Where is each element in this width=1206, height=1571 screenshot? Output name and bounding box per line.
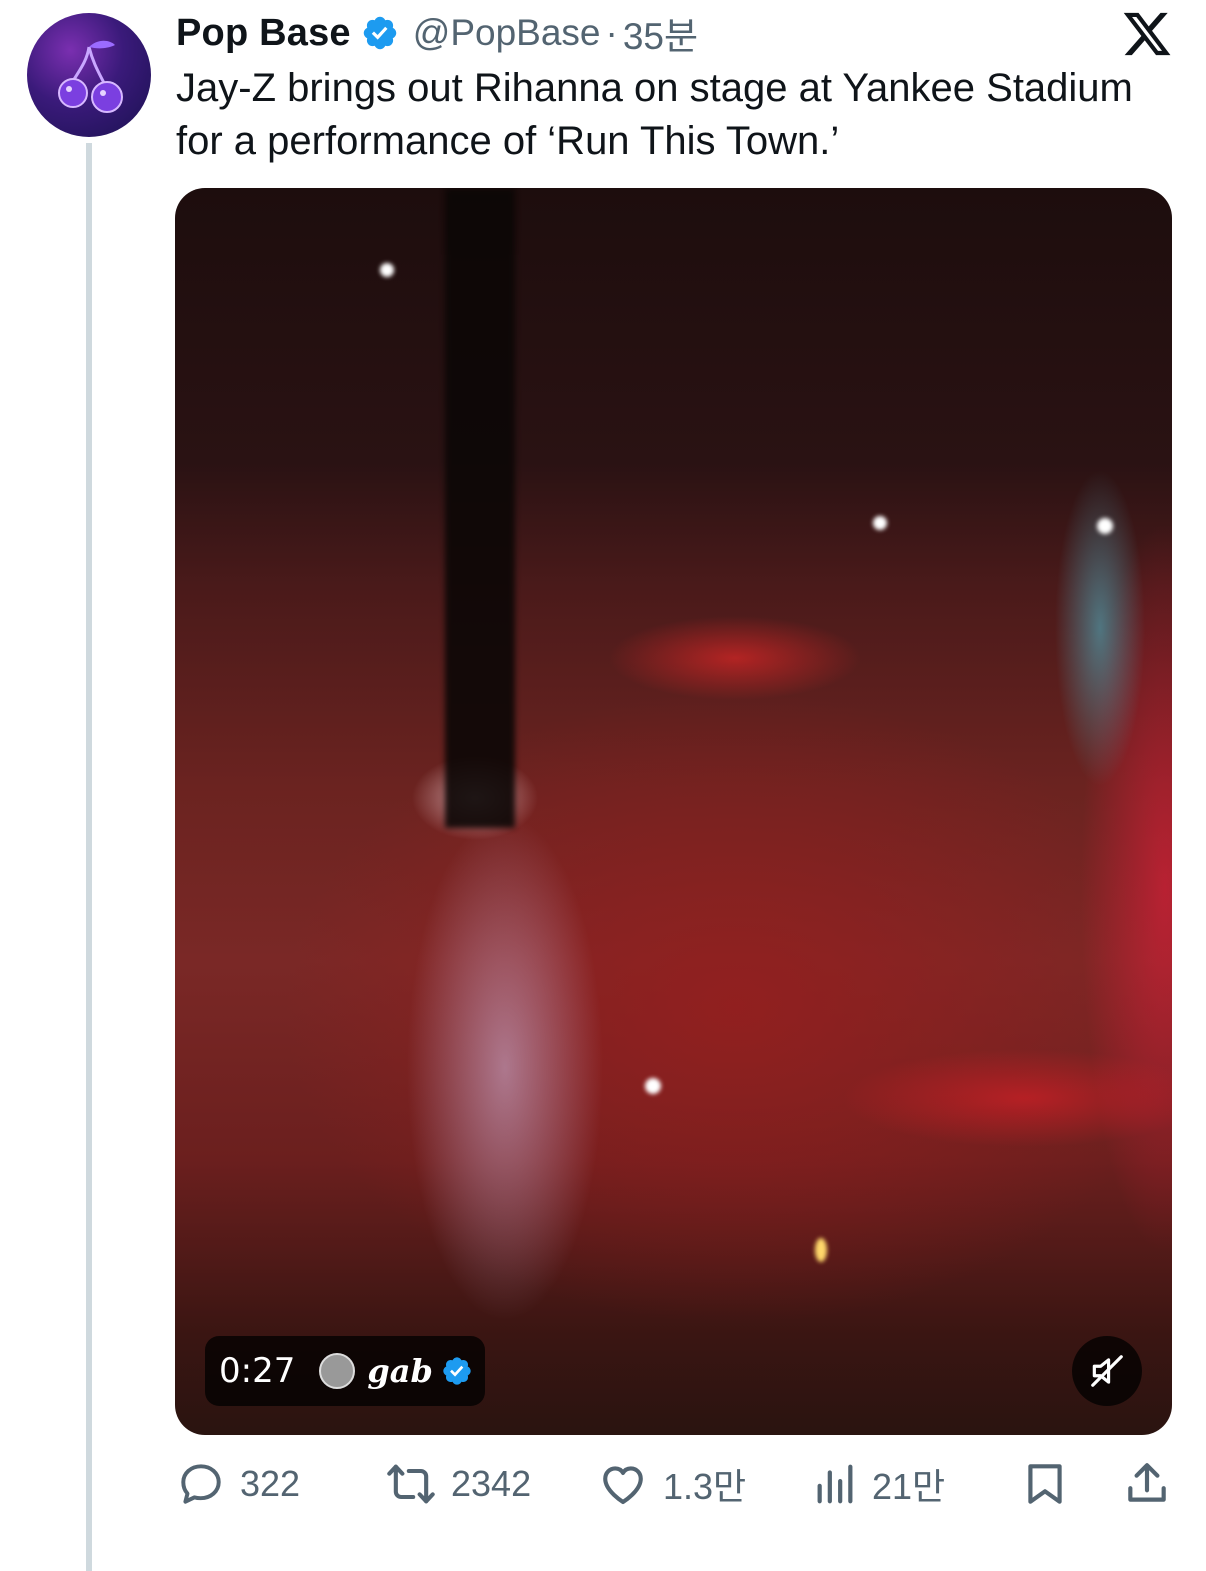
reply-count: 322 [240,1463,301,1504]
video-frame-light [815,1238,827,1262]
like-count: 1.3만 [663,1466,747,1507]
display-name[interactable]: Pop Base [176,12,351,55]
views-count: 21만 [872,1466,946,1507]
source-avatar [319,1353,356,1389]
heart-icon [603,1466,643,1505]
tweet-text: Jay-Z brings out Rihanna on stage at Yan… [176,66,1133,163]
video-frame-light [645,1078,661,1094]
video-frame-detail [445,188,515,828]
video-duration: 0:27 [219,1351,296,1391]
tweet-actions: 322 2342 1.3만 21만 [0,1452,1206,1516]
views-button[interactable]: 21만 [812,1452,945,1516]
thread-line [86,143,92,1571]
bookmark-icon [1028,1464,1062,1504]
video-info-badge: 0:27 gab [205,1336,485,1406]
retweet-arrows-icon [387,1464,435,1504]
video-frame-light [873,516,887,530]
verified-badge-icon [443,1357,471,1385]
video-player[interactable]: 0:27 gab [175,188,1172,1435]
share-button[interactable] [1122,1452,1172,1516]
speaker-muted-icon [1091,1355,1123,1387]
video-frame-light [380,263,394,277]
video-frame-light [1097,518,1113,534]
reply-button[interactable]: 322 [176,1452,300,1516]
bookmark-button[interactable] [1020,1452,1070,1516]
like-button[interactable]: 1.3만 [597,1452,746,1516]
timestamp[interactable]: 35분 [623,6,698,60]
retweet-count: 2342 [451,1463,532,1504]
tweet-header: Pop Base @PopBase · 35분 [176,8,698,58]
source-name[interactable]: gab [367,1352,432,1390]
avatar[interactable] [27,13,151,137]
retweet-button[interactable]: 2342 [385,1452,531,1516]
verified-badge-icon [363,16,397,50]
x-logo-icon[interactable] [1120,8,1174,60]
share-upload-icon [1128,1463,1166,1502]
handle[interactable]: @PopBase [413,12,601,54]
bar-chart-icon [817,1464,853,1504]
speech-bubble-icon [181,1464,221,1504]
cherry-icon [58,40,123,113]
separator-dot: · [605,12,618,53]
mute-button[interactable] [1072,1336,1142,1406]
